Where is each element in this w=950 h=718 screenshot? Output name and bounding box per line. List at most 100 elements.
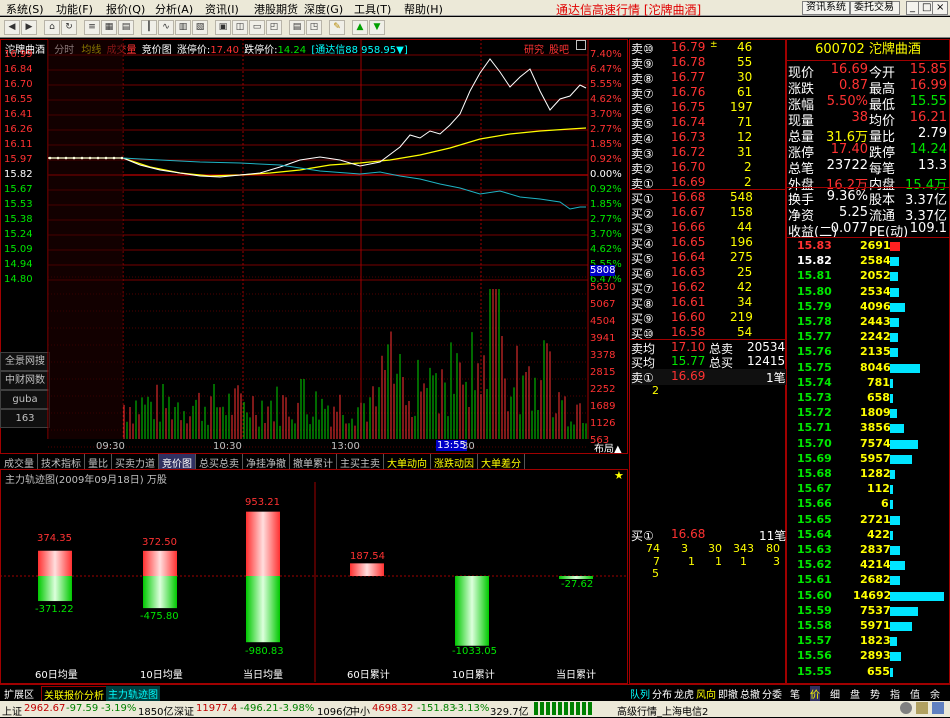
mid-tab-dist[interactable]: 分布: [652, 686, 672, 701]
monitor-icon[interactable]: ▭: [249, 20, 265, 35]
forward-icon[interactable]: ▶: [21, 20, 37, 35]
pct-tick-label: 3.70%: [590, 109, 622, 120]
sz-index-label[interactable]: 深证: [174, 703, 194, 718]
ask-row[interactable]: 卖⑤ 16.74 71: [631, 115, 786, 131]
bar-chart-icon[interactable]: ▥: [175, 20, 191, 35]
bid-row[interactable]: 买⑦ 16.62 42: [631, 280, 786, 296]
pct-tick-label: 0.92%: [590, 184, 622, 195]
tab-auction[interactable]: 竞价图: [159, 454, 196, 470]
tab-diff[interactable]: 大单差分: [478, 454, 525, 470]
price-level: 15.62: [797, 558, 832, 572]
menu-quote[interactable]: 报价(Q): [106, 1, 145, 17]
ask-row[interactable]: 卖③ 16.72 31: [631, 145, 786, 161]
calc-icon[interactable]: ▤: [289, 20, 305, 35]
right-tab[interactable]: 笔: [790, 686, 800, 701]
list-icon[interactable]: ≡: [84, 20, 100, 35]
lock-icon[interactable]: [916, 702, 928, 714]
home-icon[interactable]: ⌂: [44, 20, 60, 35]
tab-big-order[interactable]: 大单动向: [384, 454, 431, 470]
tab-expand[interactable]: 扩展区: [4, 686, 34, 701]
f10-icon[interactable]: ◫: [232, 20, 248, 35]
menu-system[interactable]: 系统(S): [6, 1, 44, 17]
price-level-volume: 2893: [860, 649, 891, 663]
tab-reason[interactable]: 涨跌动因: [431, 454, 478, 470]
back-icon[interactable]: ◀: [4, 20, 20, 35]
down-arrow-icon[interactable]: ▼: [369, 20, 385, 35]
tab-total[interactable]: 总买总卖: [196, 454, 243, 470]
bid-row[interactable]: 买② 16.67 158: [631, 205, 786, 221]
tab-main-force[interactable]: 主力轨迹图: [106, 686, 160, 701]
mid-tab-total-cancel[interactable]: 总撤: [740, 686, 760, 701]
table-icon[interactable]: ▤: [118, 20, 134, 35]
settings-icon[interactable]: [932, 702, 944, 714]
menu-hk-futures[interactable]: 港股期货: [254, 1, 298, 17]
tab-volume[interactable]: 成交量: [1, 454, 38, 470]
tab-ratio[interactable]: 量比: [85, 454, 112, 470]
tab-net[interactable]: 净挂净撤: [243, 454, 290, 470]
menu-tools[interactable]: 工具(T): [354, 1, 391, 17]
up-arrow-icon[interactable]: ▲: [352, 20, 368, 35]
price-level-volume: 6: [881, 497, 889, 511]
menu-depth[interactable]: 深度(G): [304, 1, 343, 17]
zx-index-label[interactable]: 中小: [350, 703, 370, 718]
bid-row[interactable]: 买④ 16.65 196: [631, 235, 786, 251]
right-tab[interactable]: 价: [810, 686, 820, 701]
mid-tab-lhb[interactable]: 龙虎: [674, 686, 694, 701]
star-icon[interactable]: ★: [614, 469, 624, 482]
ask-row[interactable]: 卖⑦ 16.76 61: [631, 85, 786, 101]
server-name[interactable]: 高级行情_上海电信2: [617, 703, 708, 718]
bid-row[interactable]: 买⑤ 16.64 275: [631, 250, 786, 266]
price-level-volume: 655: [867, 664, 890, 678]
ask-price: 16.72: [671, 145, 706, 159]
mid-tab-queue[interactable]: 队列: [630, 686, 650, 701]
tab-cancel[interactable]: 撤单累计: [290, 454, 337, 470]
window-icon[interactable]: ◰: [266, 20, 282, 35]
refresh-icon[interactable]: ↻: [61, 20, 77, 35]
news-icon[interactable]: ▣: [215, 20, 231, 35]
price-level-bar: [890, 302, 905, 312]
bid-row[interactable]: 买⑨ 16.60 219: [631, 310, 786, 326]
menu-analysis[interactable]: 分析(A): [155, 1, 193, 17]
tab-active[interactable]: 主买主卖: [337, 454, 384, 470]
close-icon[interactable]: ×: [932, 1, 949, 15]
right-tab[interactable]: 值: [910, 686, 920, 701]
tab-tech[interactable]: 技术指标: [38, 454, 85, 470]
mid-tab-cancel[interactable]: 即撤: [718, 686, 738, 701]
volume-tick-label: 1126: [590, 418, 616, 429]
mid-tab-split[interactable]: 分委: [762, 686, 782, 701]
ask-row[interactable]: 卖⑩ 16.79 ±46: [631, 40, 786, 56]
ask-row[interactable]: 卖⑥ 16.75 197: [631, 100, 786, 116]
ranking-icon[interactable]: ▧: [192, 20, 208, 35]
trade-button[interactable]: 委托交易: [850, 1, 900, 15]
stat-value: 16.99: [909, 78, 947, 93]
ask-row[interactable]: 卖⑧ 16.77 30: [631, 70, 786, 86]
layout-icon[interactable]: ◳: [306, 20, 322, 35]
right-tab[interactable]: 指: [890, 686, 900, 701]
candle-chart-icon[interactable]: ┃: [141, 20, 157, 35]
tab-force[interactable]: 买卖力道: [112, 454, 159, 470]
bid-row[interactable]: 买① 16.68 548: [631, 190, 786, 206]
ask-price: 16.69: [671, 175, 706, 189]
right-tab[interactable]: 势: [870, 686, 880, 701]
mid-tab-wind[interactable]: 风向: [696, 686, 716, 701]
bid-row[interactable]: 买⑧ 16.61 34: [631, 295, 786, 311]
pencil-icon[interactable]: ✎: [329, 20, 345, 35]
menu-help[interactable]: 帮助(H): [404, 1, 443, 17]
bid-row[interactable]: 买⑥ 16.63 25: [631, 265, 786, 281]
info-system-button[interactable]: 资讯系统: [802, 1, 850, 15]
ask-row[interactable]: 卖② 16.70 2: [631, 160, 786, 176]
right-tab[interactable]: 盘: [850, 686, 860, 701]
right-tab[interactable]: 余: [930, 686, 940, 701]
ask-row[interactable]: 卖⑨ 16.78 55: [631, 55, 786, 71]
line-chart-icon[interactable]: ∿: [158, 20, 174, 35]
price-tick-label: 16.26: [4, 124, 33, 135]
grid-icon[interactable]: ▦: [101, 20, 117, 35]
sh-index-label[interactable]: 上证: [2, 703, 22, 718]
price-tick-label: 16.41: [4, 109, 33, 120]
ask-row[interactable]: 卖④ 16.73 12: [631, 130, 786, 146]
main-force-chart: [0, 482, 628, 682]
right-tab[interactable]: 细: [830, 686, 840, 701]
menu-function[interactable]: 功能(F): [56, 1, 93, 17]
bid-row[interactable]: 买③ 16.66 44: [631, 220, 786, 236]
menu-info[interactable]: 资讯(I): [205, 1, 239, 17]
